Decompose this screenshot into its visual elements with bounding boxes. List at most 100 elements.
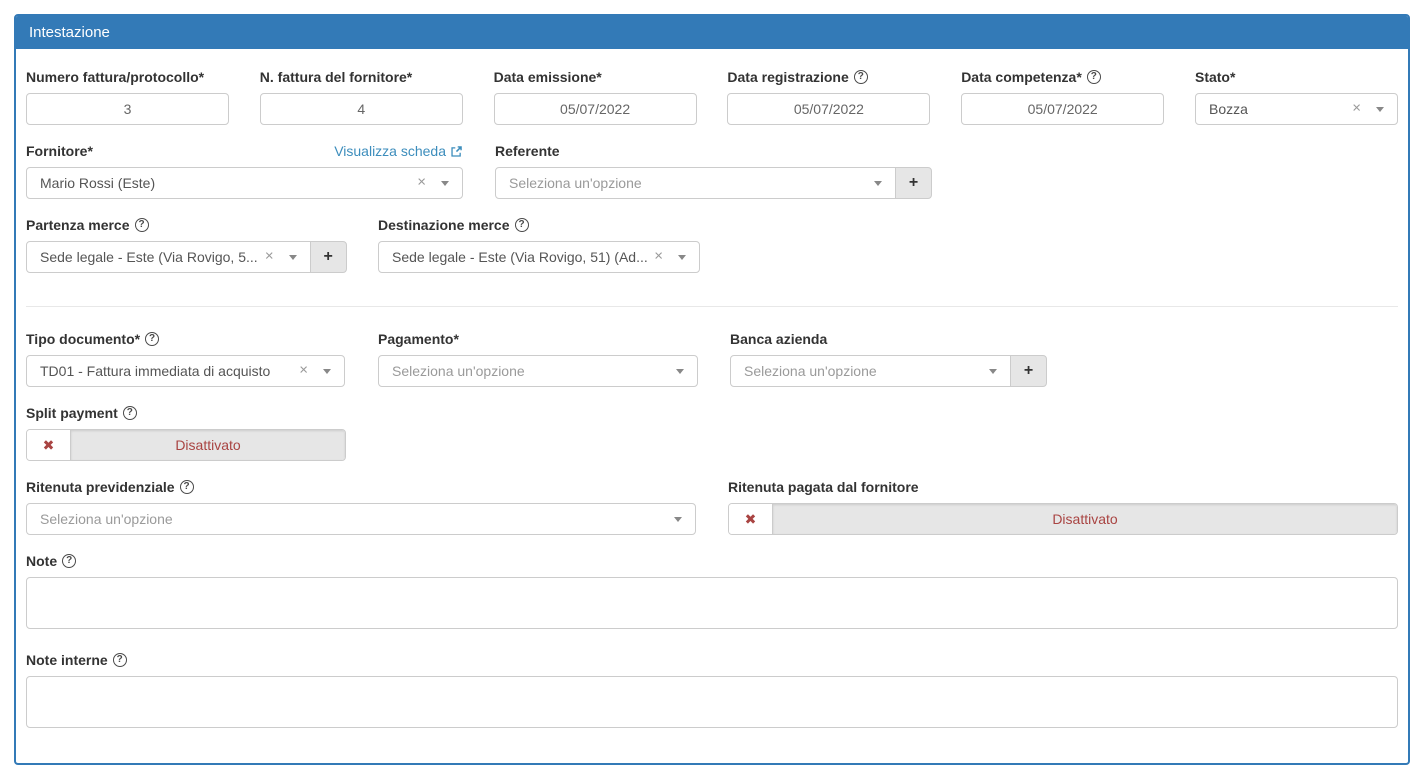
partenza-merce-label: Partenza merce ? xyxy=(26,217,345,233)
help-icon[interactable]: ? xyxy=(135,218,149,232)
chevron-down-icon xyxy=(289,255,297,260)
toggle-handle[interactable]: ✖ xyxy=(729,504,773,534)
field-data-competenza: Data competenza* ? xyxy=(961,69,1164,125)
chevron-down-icon xyxy=(674,517,682,522)
chevron-down-icon xyxy=(1376,107,1384,112)
note-interne-label: Note interne ? xyxy=(26,652,1398,668)
destinazione-merce-select[interactable]: Sede legale - Este (Via Rovigo, 51) (Ad.… xyxy=(378,241,700,273)
data-competenza-input[interactable] xyxy=(961,93,1164,125)
help-icon[interactable]: ? xyxy=(62,554,76,568)
clear-icon[interactable]: × xyxy=(299,362,308,377)
field-data-registrazione: Data registrazione ? xyxy=(727,69,930,125)
chevron-down-icon xyxy=(989,369,997,374)
add-partenza-merce-button[interactable]: + xyxy=(310,241,347,273)
field-stato: Stato* Bozza × xyxy=(1195,69,1398,125)
destinazione-merce-label: Destinazione merce ? xyxy=(378,217,700,233)
chevron-down-icon xyxy=(441,181,449,186)
destinazione-merce-select-value: Sede legale - Este (Via Rovigo, 51) (Ad.… xyxy=(392,249,647,265)
row-merce: Partenza merce ? Sede legale - Este (Via… xyxy=(26,217,1398,273)
ritenuta-pagata-toggle[interactable]: ✖ Disattivato xyxy=(728,503,1398,535)
fornitore-label: Fornitore* xyxy=(26,143,93,159)
add-referente-button[interactable]: + xyxy=(895,167,932,199)
tipo-documento-label: Tipo documento* ? xyxy=(26,331,345,347)
field-ritenuta-previdenziale: Ritenuta previdenziale ? Seleziona un'op… xyxy=(26,479,696,535)
field-n-fattura-fornitore: N. fattura del fornitore* xyxy=(260,69,463,125)
toggle-off-icon: ✖ xyxy=(745,512,757,526)
field-data-emissione: Data emissione* xyxy=(494,69,697,125)
help-icon[interactable]: ? xyxy=(854,70,868,84)
add-banca-azienda-button[interactable]: + xyxy=(1010,355,1047,387)
note-label: Note ? xyxy=(26,553,1398,569)
field-fornitore: Fornitore* Visualizza scheda Mario Rossi… xyxy=(26,143,463,199)
pagamento-select[interactable]: Seleziona un'opzione xyxy=(378,355,698,387)
referente-label: Referente xyxy=(495,143,932,159)
stato-label: Stato* xyxy=(1195,69,1398,85)
field-referente: Referente Seleziona un'opzione + xyxy=(495,143,932,199)
clear-icon[interactable]: × xyxy=(417,174,426,189)
tipo-documento-select-value: TD01 - Fattura immediata di acquisto xyxy=(40,363,270,379)
row-note: Note ? xyxy=(26,553,1398,634)
field-split-payment: Split payment ? ✖ Disattivato xyxy=(26,405,346,461)
field-tipo-documento: Tipo documento* ? TD01 - Fattura immedia… xyxy=(26,331,345,387)
field-banca-azienda: Banca azienda Seleziona un'opzione + xyxy=(730,331,1047,387)
toggle-handle[interactable]: ✖ xyxy=(27,430,71,460)
data-registrazione-label: Data registrazione ? xyxy=(727,69,930,85)
clear-icon[interactable]: × xyxy=(654,248,663,263)
note-textarea[interactable] xyxy=(26,577,1398,629)
n-fattura-fornitore-input[interactable] xyxy=(260,93,463,125)
ritenuta-previdenziale-select-placeholder: Seleziona un'opzione xyxy=(40,511,173,527)
partenza-merce-select[interactable]: Sede legale - Este (Via Rovigo, 5... × xyxy=(26,241,311,273)
stato-select[interactable]: Bozza × xyxy=(1195,93,1398,125)
panel-title: Intestazione xyxy=(16,16,1408,49)
row-documento-pagamento: Tipo documento* ? TD01 - Fattura immedia… xyxy=(26,331,1398,387)
row-note-interne: Note interne ? xyxy=(26,652,1398,733)
row-ritenute: Ritenuta previdenziale ? Seleziona un'op… xyxy=(26,479,1398,535)
referente-select-placeholder: Seleziona un'opzione xyxy=(509,175,642,191)
help-icon[interactable]: ? xyxy=(113,653,127,667)
banca-azienda-select-placeholder: Seleziona un'opzione xyxy=(744,363,877,379)
field-destinazione-merce: Destinazione merce ? Sede legale - Este … xyxy=(378,217,700,273)
help-icon[interactable]: ? xyxy=(180,480,194,494)
panel-body: Numero fattura/protocollo* N. fattura de… xyxy=(16,49,1408,763)
chevron-down-icon xyxy=(676,369,684,374)
external-link-icon xyxy=(450,145,463,158)
split-payment-toggle[interactable]: ✖ Disattivato xyxy=(26,429,346,461)
help-icon[interactable]: ? xyxy=(145,332,159,346)
fornitore-select[interactable]: Mario Rossi (Este) × xyxy=(26,167,463,199)
row-fornitore-referente: Fornitore* Visualizza scheda Mario Rossi… xyxy=(26,143,1398,199)
intestazione-panel: Intestazione Numero fattura/protocollo* … xyxy=(14,14,1410,765)
ritenuta-pagata-label: Ritenuta pagata dal fornitore xyxy=(728,479,1398,495)
help-icon[interactable]: ? xyxy=(515,218,529,232)
fornitore-select-value: Mario Rossi (Este) xyxy=(40,175,155,191)
field-numero-fattura: Numero fattura/protocollo* xyxy=(26,69,229,125)
n-fattura-fornitore-label: N. fattura del fornitore* xyxy=(260,69,463,85)
clear-icon[interactable]: × xyxy=(1352,100,1361,115)
tipo-documento-select[interactable]: TD01 - Fattura immediata di acquisto × xyxy=(26,355,345,387)
row-split-payment: Split payment ? ✖ Disattivato xyxy=(26,405,1398,461)
row-header-fields: Numero fattura/protocollo* N. fattura de… xyxy=(26,69,1398,125)
ritenuta-previdenziale-label: Ritenuta previdenziale ? xyxy=(26,479,696,495)
partenza-merce-select-value: Sede legale - Este (Via Rovigo, 5... xyxy=(40,249,258,265)
field-pagamento: Pagamento* Seleziona un'opzione xyxy=(378,331,698,387)
field-ritenuta-pagata: Ritenuta pagata dal fornitore ✖ Disattiv… xyxy=(728,479,1398,535)
help-icon[interactable]: ? xyxy=(123,406,137,420)
toggle-off-icon: ✖ xyxy=(43,438,55,452)
clear-icon[interactable]: × xyxy=(265,248,274,263)
banca-azienda-select[interactable]: Seleziona un'opzione xyxy=(730,355,1011,387)
banca-azienda-label: Banca azienda xyxy=(730,331,1047,347)
data-emissione-label: Data emissione* xyxy=(494,69,697,85)
pagamento-label: Pagamento* xyxy=(378,331,698,347)
field-partenza-merce: Partenza merce ? Sede legale - Este (Via… xyxy=(26,217,345,273)
note-interne-textarea[interactable] xyxy=(26,676,1398,728)
data-emissione-input[interactable] xyxy=(494,93,697,125)
stato-select-value: Bozza xyxy=(1209,101,1248,117)
referente-select[interactable]: Seleziona un'opzione xyxy=(495,167,896,199)
split-payment-label: Split payment ? xyxy=(26,405,346,421)
ritenuta-previdenziale-select[interactable]: Seleziona un'opzione xyxy=(26,503,696,535)
data-competenza-label: Data competenza* ? xyxy=(961,69,1164,85)
numero-fattura-input[interactable] xyxy=(26,93,229,125)
data-registrazione-input[interactable] xyxy=(727,93,930,125)
visualizza-scheda-link[interactable]: Visualizza scheda xyxy=(334,143,463,159)
field-note-interne: Note interne ? xyxy=(26,652,1398,733)
help-icon[interactable]: ? xyxy=(1087,70,1101,84)
